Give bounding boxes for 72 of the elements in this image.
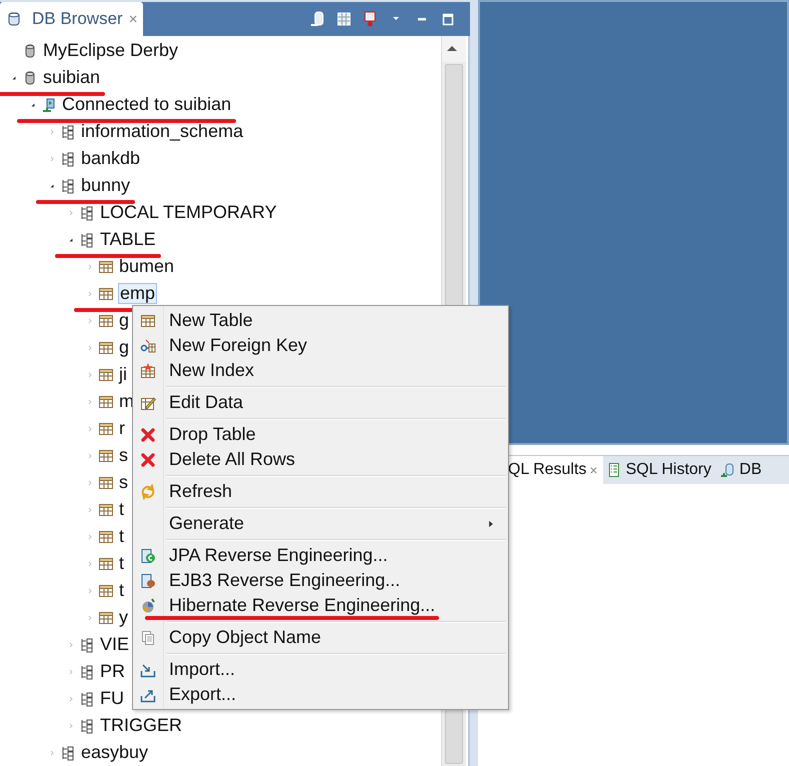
tree-item[interactable]: s bbox=[118, 446, 129, 465]
key-link-icon bbox=[140, 338, 156, 354]
tree-item[interactable]: LOCAL TEMPORARY bbox=[99, 203, 278, 222]
tree-item[interactable]: bumen bbox=[118, 257, 176, 276]
table-star-icon bbox=[140, 362, 156, 378]
tree-item[interactable]: bunny bbox=[80, 176, 132, 195]
schema-icon bbox=[79, 636, 95, 652]
menu-item[interactable]: Import... bbox=[135, 657, 506, 682]
menu-item[interactable]: New Index bbox=[135, 358, 506, 383]
schema-icon bbox=[79, 204, 95, 220]
schema-icon bbox=[60, 178, 76, 194]
tree-item[interactable]: emp bbox=[118, 283, 158, 304]
schema-icon bbox=[60, 124, 76, 140]
edit-icon bbox=[140, 394, 156, 410]
tree-item[interactable]: y bbox=[118, 608, 129, 627]
tree-item[interactable]: t bbox=[118, 554, 126, 573]
document-c-icon bbox=[140, 548, 156, 564]
schema-icon bbox=[79, 718, 95, 734]
refresh-icon bbox=[140, 484, 156, 500]
schema-icon bbox=[60, 150, 76, 166]
delete-icon bbox=[140, 452, 156, 468]
menu-item[interactable]: New Table bbox=[135, 308, 506, 333]
tree-item[interactable]: PR bbox=[99, 662, 126, 681]
copy-icon bbox=[140, 630, 156, 646]
view-tab[interactable]: SQL History bbox=[602, 456, 716, 484]
import-icon bbox=[140, 662, 156, 678]
tree-item[interactable]: MyEclipse Derby bbox=[42, 41, 180, 60]
tree-item[interactable]: TABLE bbox=[99, 230, 157, 249]
tree-item[interactable]: suibian bbox=[42, 68, 102, 87]
grid-action-icon[interactable] bbox=[336, 11, 352, 27]
tree-item[interactable]: t bbox=[118, 527, 126, 546]
schema-icon bbox=[79, 664, 95, 680]
schema-icon bbox=[79, 690, 95, 706]
close-button[interactable]: × bbox=[590, 462, 598, 478]
tree-item[interactable]: r bbox=[118, 419, 126, 438]
tab-label[interactable]: DB Browser bbox=[32, 9, 123, 29]
connection-icon bbox=[41, 96, 57, 112]
schema-icon bbox=[60, 744, 76, 760]
maximize-icon[interactable] bbox=[440, 11, 456, 27]
menu-item[interactable]: Drop Table bbox=[135, 422, 506, 447]
tree-item[interactable]: easybuy bbox=[80, 743, 150, 762]
menu-item[interactable]: JPA Reverse Engineering... bbox=[135, 543, 506, 568]
tree-item[interactable]: g bbox=[118, 311, 130, 330]
tree-item[interactable]: VIE bbox=[99, 635, 130, 654]
database-action-icon[interactable] bbox=[310, 11, 326, 27]
tree-item[interactable]: TRIGGER bbox=[99, 716, 184, 735]
tree-item[interactable]: t bbox=[118, 500, 126, 519]
menu-item[interactable]: Generate bbox=[135, 511, 506, 536]
document-bean-icon bbox=[140, 572, 156, 588]
tree-item[interactable]: information_schema bbox=[80, 122, 244, 141]
schema-icon bbox=[79, 232, 95, 248]
database-plug-icon bbox=[719, 462, 736, 478]
tree-item[interactable]: s bbox=[118, 473, 129, 492]
menu-item[interactable]: Export... bbox=[135, 682, 506, 707]
disconnect-icon[interactable] bbox=[362, 11, 378, 27]
close-button[interactable]: × bbox=[128, 10, 138, 28]
tree-item[interactable]: bankdb bbox=[80, 149, 142, 168]
tree-item[interactable]: Connected to suibian bbox=[61, 95, 232, 114]
menu-item[interactable]: EJB3 Reverse Engineering... bbox=[135, 568, 506, 593]
tree-item[interactable]: g bbox=[118, 338, 130, 357]
menu-item[interactable]: Copy Object Name bbox=[135, 625, 506, 650]
database-view-icon bbox=[6, 11, 22, 27]
tree-item[interactable]: ji bbox=[118, 365, 128, 384]
tree-item[interactable]: FU bbox=[99, 689, 125, 708]
menu-item[interactable]: New Foreign Key bbox=[135, 333, 506, 358]
delete-icon bbox=[140, 426, 156, 442]
menu-item[interactable]: Hibernate Reverse Engineering... bbox=[135, 593, 506, 618]
hibernate-icon bbox=[140, 598, 156, 614]
menu-item[interactable]: Edit Data bbox=[135, 390, 506, 415]
tree-item[interactable]: t bbox=[118, 581, 126, 600]
view-tab[interactable]: DB bbox=[716, 456, 767, 484]
view-tab[interactable]: DB Browser × bbox=[0, 2, 144, 36]
